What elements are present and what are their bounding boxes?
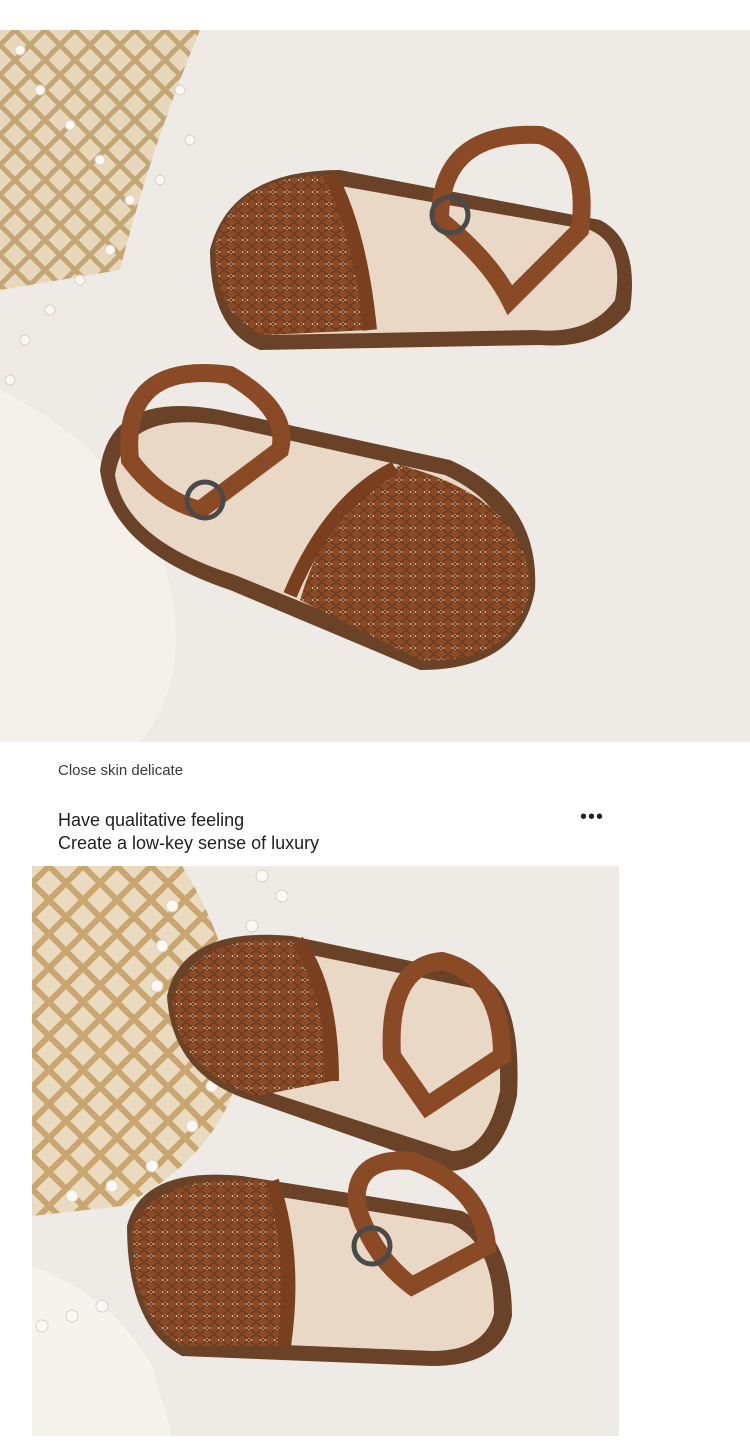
headline-line-2: Create a low-key sense of luxury [58,833,320,853]
product-photo-top [0,30,750,742]
headline-line-1: Have qualitative feeling [58,810,245,830]
product-photo-bottom [32,866,619,1436]
subtitle: Close skin delicate [58,762,184,779]
headline: Have qualitative feeling Create a low-ke… [58,809,319,855]
more-dots-icon: ••• [580,806,605,828]
